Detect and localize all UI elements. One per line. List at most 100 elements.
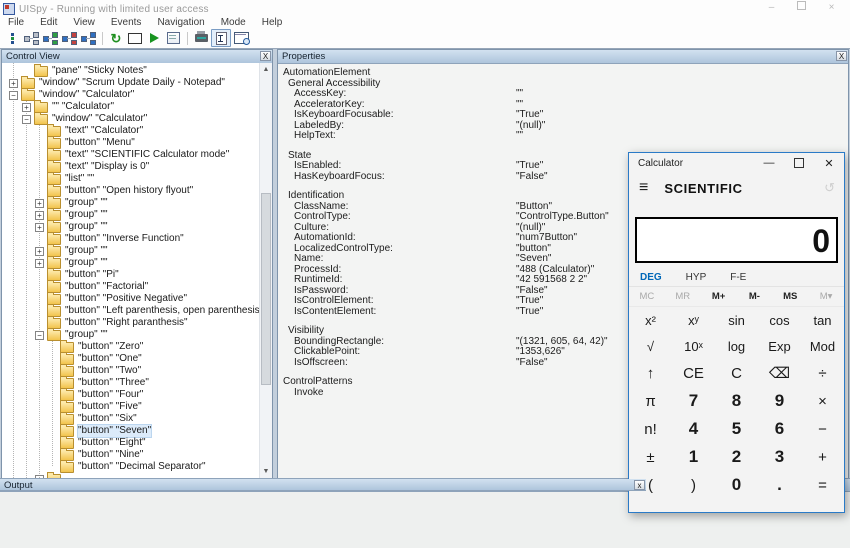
toolbar-button-content-view-tree-icon[interactable] [60, 30, 78, 46]
tree-item-button-seven[interactable]: "button" "Seven" [2, 425, 259, 437]
menu-file[interactable]: File [0, 16, 32, 29]
calc-memory-m[interactable]: M- [736, 291, 772, 302]
tree-item-text-display-is-0[interactable]: "text" "Display is 0" [2, 161, 259, 173]
calc-button-10[interactable]: 10ˣ [672, 339, 715, 354]
tree-item-button-three[interactable]: "button" "Three" [2, 377, 259, 389]
calc-memory-m[interactable]: M▾ [808, 291, 844, 302]
tree-item-window-scrum-update-daily-notepad[interactable]: +"window" "Scrum Update Daily - Notepad" [2, 77, 259, 89]
toolbar-button-start-events-icon[interactable] [145, 30, 163, 46]
properties-close-button[interactable]: X [836, 51, 847, 61]
toolbar-button-find-window-icon[interactable] [232, 30, 250, 46]
tree-item-button-four[interactable]: "button" "Four" [2, 389, 259, 401]
minimize-icon[interactable]: – [765, 1, 778, 14]
tree-item-button-positive-negative[interactable]: "button" "Positive Negative" [2, 293, 259, 305]
tree-item-button-pi[interactable]: "button" "Pi" [2, 269, 259, 281]
tree-item-button-eight[interactable]: "button" "Eight" [2, 437, 259, 449]
tree-item-button-factorial[interactable]: "button" "Factorial" [2, 281, 259, 293]
history-icon[interactable]: ↺ [824, 180, 835, 196]
scroll-down-icon[interactable]: ▼ [260, 465, 272, 478]
menu-events[interactable]: Events [103, 16, 150, 29]
expand-icon[interactable]: + [22, 103, 31, 112]
collapse-icon[interactable]: − [35, 331, 44, 340]
tree-item-button-six[interactable]: "button" "Six" [2, 413, 259, 425]
calc-button-exp[interactable]: Exp [758, 339, 801, 354]
calc-button-1[interactable]: 1 [672, 447, 715, 467]
calc-button-blank[interactable]: + [801, 449, 844, 466]
expand-icon[interactable]: + [35, 259, 44, 268]
calc-button-0[interactable]: 0 [715, 475, 758, 495]
toolbar-button-elements-dots-icon[interactable] [3, 30, 21, 46]
calc-button-c[interactable]: C [715, 365, 758, 382]
hamburger-menu-icon[interactable]: ≡ [639, 179, 648, 197]
tree-item-button-one[interactable]: "button" "One" [2, 353, 259, 365]
calculator-titlebar[interactable]: Calculator — ✕ [629, 153, 844, 173]
output-close-button[interactable]: x [634, 480, 645, 490]
calc-button-blank[interactable]: π [629, 393, 672, 410]
menu-help[interactable]: Help [254, 16, 291, 29]
tree-item-pane-sticky-notes[interactable]: "pane" "Sticky Notes" [2, 65, 259, 77]
calc-memory-mc[interactable]: MC [629, 291, 665, 302]
maximize-icon[interactable] [784, 153, 814, 173]
calc-button-5[interactable]: 5 [715, 419, 758, 439]
collapse-icon[interactable]: − [9, 91, 18, 100]
expand-icon[interactable]: + [35, 223, 44, 232]
control-view-close-button[interactable]: X [260, 51, 271, 61]
calc-button-blank[interactable]: × [801, 393, 844, 410]
expand-icon[interactable]: + [35, 475, 44, 479]
collapse-icon[interactable]: − [22, 115, 31, 124]
tree-item-text-calculator[interactable]: "text" "Calculator" [2, 125, 259, 137]
toolbar-button-highlight-rectangle-icon[interactable] [126, 30, 144, 46]
tree-item-button-open-history-flyout[interactable]: "button" "Open history flyout" [2, 185, 259, 197]
calc-button-blank[interactable]: . [758, 475, 801, 495]
restore-icon[interactable] [795, 1, 808, 14]
tree-item-group[interactable]: +"group" "" [2, 245, 259, 257]
toolbar-button-refresh-icon[interactable]: ↻ [107, 30, 125, 46]
calc-button-9[interactable]: 9 [758, 391, 801, 411]
calc-button-8[interactable]: 8 [715, 391, 758, 411]
menu-edit[interactable]: Edit [32, 16, 65, 29]
tree-item-group[interactable]: +"group" "" [2, 209, 259, 221]
toolbar-button-event-form-icon[interactable] [164, 30, 182, 46]
calc-button-n[interactable]: n! [629, 421, 672, 438]
menu-navigation[interactable]: Navigation [149, 16, 212, 29]
expand-icon[interactable]: + [35, 211, 44, 220]
toolbar-button-raw-view-tree-icon[interactable] [22, 30, 40, 46]
tree-item-button-left-parenthesis-open-parenthesis-count[interactable]: "button" "Left parenthesis, open parenth… [2, 305, 259, 317]
scrollbar-thumb[interactable] [261, 193, 271, 385]
calc-button-ce[interactable]: CE [672, 365, 715, 382]
tree-item-button-five[interactable]: "button" "Five" [2, 401, 259, 413]
tree-item-window-calculator[interactable]: −"window" "Calculator" [2, 113, 259, 125]
calc-memory-m[interactable]: M+ [701, 291, 737, 302]
tree-item-group[interactable]: −"group" "" [2, 329, 259, 341]
tree-item-button-nine[interactable]: "button" "Nine" [2, 449, 259, 461]
scroll-up-icon[interactable]: ▲ [260, 63, 272, 76]
tree-item-button-menu[interactable]: "button" "Menu" [2, 137, 259, 149]
calc-button-blank[interactable]: ↑ [629, 365, 672, 382]
calc-button-blank[interactable]: ⌫ [758, 364, 801, 382]
tree-item-button-decimal-separator[interactable]: "button" "Decimal Separator" [2, 461, 259, 473]
toolbar-button-custom-view-tree-icon[interactable] [79, 30, 97, 46]
minimize-icon[interactable]: — [754, 153, 784, 173]
calc-button-x[interactable]: x² [629, 313, 672, 328]
calc-button-sin[interactable]: sin [715, 313, 758, 328]
calc-button-2[interactable]: 2 [715, 447, 758, 467]
close-icon[interactable]: × [825, 1, 838, 14]
calc-button-4[interactable]: 4 [672, 419, 715, 439]
calc-tab-f-e[interactable]: F-E [730, 272, 746, 283]
tree-item-group[interactable]: +"group" "" [2, 197, 259, 209]
expand-icon[interactable]: + [35, 199, 44, 208]
calc-button-blank[interactable]: ± [629, 449, 672, 466]
calc-button-blank[interactable]: − [801, 421, 844, 438]
calc-button-x[interactable]: xʸ [672, 313, 715, 328]
toolbar-button-control-view-tree-icon[interactable] [41, 30, 59, 46]
expand-icon[interactable]: + [9, 79, 18, 88]
calc-button-cos[interactable]: cos [758, 313, 801, 328]
calc-button-blank[interactable]: ) [672, 477, 715, 494]
close-icon[interactable]: ✕ [814, 153, 844, 173]
calc-tab-hyp[interactable]: HYP [686, 272, 707, 283]
tree-item-button-right-paranthesis[interactable]: "button" "Right paranthesis" [2, 317, 259, 329]
calc-button-7[interactable]: 7 [672, 391, 715, 411]
calc-button-3[interactable]: 3 [758, 447, 801, 467]
calc-button-mod[interactable]: Mod [801, 339, 844, 354]
tree-item-group[interactable]: +"group" "" [2, 221, 259, 233]
